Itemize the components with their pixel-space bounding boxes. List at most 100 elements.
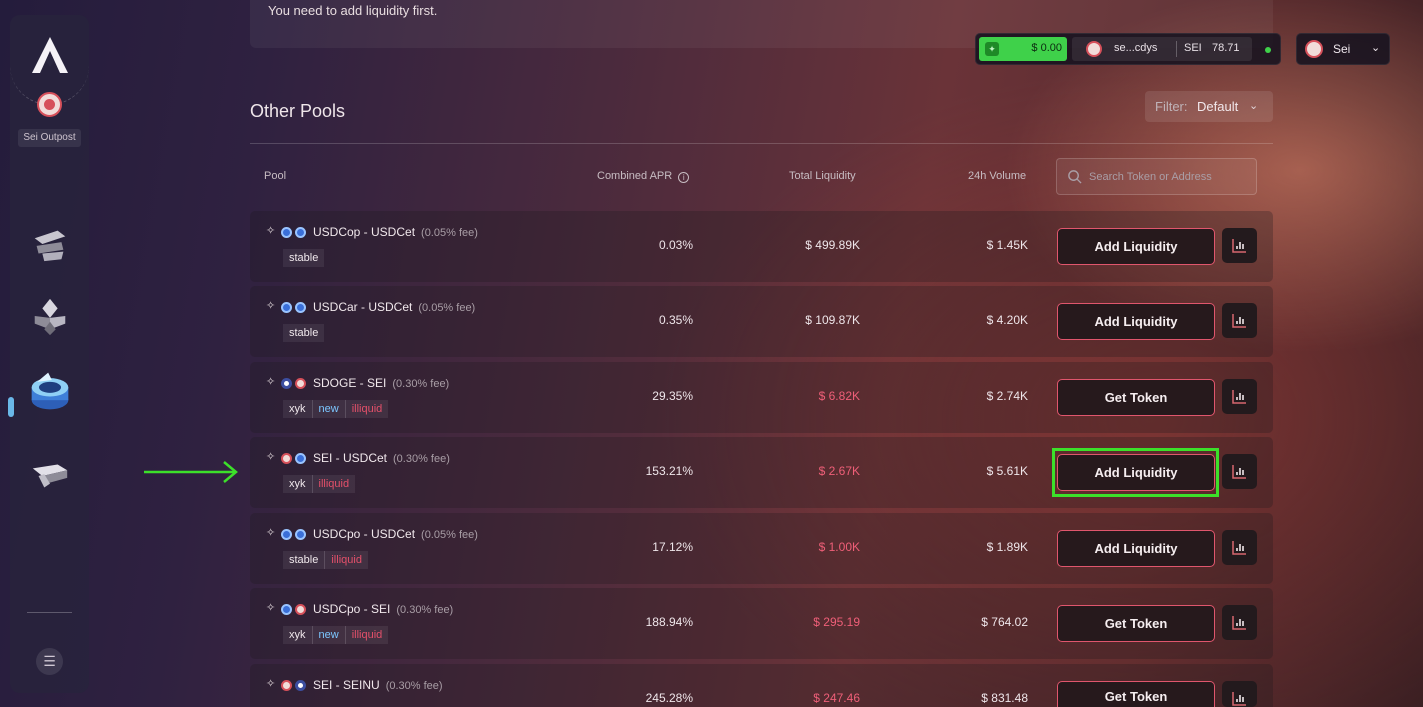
account-token-amount: 78.71 — [1212, 42, 1240, 54]
pointer-arrow-icon — [144, 461, 238, 483]
table-row[interactable]: ✧ USDCpo - USDCet (0.05% fee) stable illi… — [250, 513, 1273, 584]
usdc-token-icon — [295, 302, 306, 313]
table-row[interactable]: ✧ USDCpo - SEI (0.30% fee) xyk new illiqu… — [250, 588, 1273, 659]
pool-liquidity: $ 247.46 — [813, 691, 860, 705]
usdc-token-icon — [281, 302, 292, 313]
table-row[interactable]: ✧ SEI - SEINU (0.30% fee) 245.28% $ 247.4… — [250, 664, 1273, 707]
favorite-icon[interactable]: ✧ — [266, 299, 275, 312]
sidebar-divider — [27, 612, 72, 613]
pool-liquidity: $ 109.87K — [805, 313, 860, 327]
table-row[interactable]: ✧ USDCop - USDCet (0.05% fee) stable 0.03… — [250, 211, 1273, 282]
pool-name: SEI - SEINU (0.30% fee) — [313, 678, 443, 692]
pool-liquidity: $ 295.19 — [813, 615, 860, 629]
filter-label: Filter: — [1155, 99, 1188, 114]
pool-apr: 17.12% — [652, 540, 693, 554]
tag-stable: stable — [283, 551, 326, 569]
get-token-button[interactable]: Get Token — [1057, 379, 1215, 416]
pool-tags: xyk new illiquid — [283, 626, 389, 644]
search-input[interactable] — [1089, 167, 1249, 187]
sei-chain-icon[interactable] — [37, 92, 62, 117]
bar-chart-icon — [1232, 314, 1246, 328]
chart-button[interactable] — [1222, 681, 1257, 707]
account-address: se...cdys — [1114, 42, 1158, 54]
usdc-token-icon — [281, 604, 292, 615]
nav-swap-icon[interactable] — [29, 223, 71, 265]
favorite-icon[interactable]: ✧ — [266, 526, 275, 539]
usdc-token-icon — [295, 453, 306, 464]
tag-xyk: xyk — [283, 475, 313, 493]
bar-chart-icon — [1232, 541, 1246, 555]
pool-apr: 245.28% — [645, 691, 693, 705]
chain-select[interactable]: Sei ⌄ — [1296, 33, 1390, 65]
chevron-down-icon: ⌄ — [1371, 42, 1381, 54]
info-icon[interactable]: i — [678, 172, 690, 183]
tag-illiquid: illiquid — [345, 400, 389, 418]
wallet-balance[interactable]: ✦ $ 0.00 — [979, 37, 1067, 61]
pool-apr: 188.94% — [645, 615, 693, 629]
favorite-icon[interactable]: ✧ — [266, 450, 275, 463]
chart-button[interactable] — [1222, 530, 1257, 565]
pool-tags: stable illiquid — [283, 551, 368, 569]
favorite-icon[interactable]: ✧ — [266, 677, 275, 690]
pool-tags: xyk illiquid — [283, 475, 356, 493]
nav-trade-icon[interactable] — [29, 295, 71, 337]
get-token-button[interactable]: Get Token — [1057, 681, 1215, 707]
chart-button[interactable] — [1222, 379, 1257, 414]
menu-icon[interactable]: ☰ — [36, 648, 63, 675]
pool-apr: 0.03% — [658, 238, 693, 252]
get-token-button[interactable]: Get Token — [1057, 605, 1215, 642]
wallet-account[interactable]: se...cdys SEI 78.71 — [1072, 37, 1252, 61]
nav-active-indicator — [8, 397, 14, 417]
chart-button[interactable] — [1222, 454, 1257, 489]
add-liquidity-button[interactable]: Add Liquidity — [1057, 303, 1215, 340]
app-logo-icon[interactable] — [28, 35, 72, 75]
tag-illiquid: illiquid — [345, 626, 389, 644]
pool-volume: $ 1.89K — [986, 540, 1028, 554]
chart-button[interactable] — [1222, 605, 1257, 640]
add-liquidity-button[interactable]: Add Liquidity — [1057, 530, 1215, 567]
favorite-icon[interactable]: ✧ — [266, 601, 275, 614]
tag-xyk: xyk — [283, 400, 313, 418]
pool-volume: $ 5.61K — [986, 464, 1028, 478]
pool-name: USDCpo - USDCet (0.05% fee) — [313, 527, 478, 541]
pool-name: USDCop - USDCet (0.05% fee) — [313, 225, 478, 239]
pool-volume: $ 764.02 — [981, 615, 1028, 629]
column-header-pool: Pool — [264, 170, 287, 182]
column-header-apr[interactable]: Combined APR i — [597, 170, 690, 183]
wallet-widget[interactable]: ✦ $ 0.00 se...cdys SEI 78.71 — [975, 33, 1281, 65]
sidebar: Sei Outpost ☰ — [8, 15, 89, 693]
sdoge-token-icon — [281, 378, 292, 389]
pool-liquidity: $ 6.82K — [818, 389, 860, 403]
bar-chart-icon — [1232, 692, 1246, 706]
column-header-liquidity: Total Liquidity — [789, 170, 856, 182]
filter-dropdown[interactable]: Filter: Default ⌄ — [1145, 91, 1273, 122]
usdc-token-icon — [281, 529, 292, 540]
favorite-icon[interactable]: ✧ — [266, 375, 275, 388]
nav-pools-icon[interactable] — [26, 367, 74, 415]
add-liquidity-button[interactable]: Add Liquidity — [1057, 454, 1215, 491]
sei-token-icon — [295, 378, 306, 389]
search-box[interactable] — [1056, 158, 1257, 195]
header-divider — [250, 143, 1273, 144]
chart-button[interactable] — [1222, 303, 1257, 338]
usdc-token-icon — [295, 227, 306, 238]
bar-chart-icon — [1232, 616, 1246, 630]
table-row[interactable]: ✧ SEI - USDCet (0.30% fee) xyk illiquid 1… — [250, 437, 1273, 508]
table-row[interactable]: ✧ USDCar - USDCet (0.05% fee) stable 0.35… — [250, 286, 1273, 357]
chevron-down-icon: ⌄ — [1249, 100, 1259, 112]
tag-illiquid: illiquid — [312, 475, 356, 493]
pool-apr: 29.35% — [652, 389, 693, 403]
favorite-icon[interactable]: ✧ — [266, 224, 275, 237]
bar-chart-icon — [1232, 390, 1246, 404]
table-row[interactable]: ✧ SDOGE - SEI (0.30% fee) xyk new illiqui… — [250, 362, 1273, 433]
tag-xyk: xyk — [283, 626, 313, 644]
usdc-token-icon — [295, 529, 306, 540]
chart-button[interactable] — [1222, 228, 1257, 263]
add-liquidity-button[interactable]: Add Liquidity — [1057, 228, 1215, 265]
pool-volume: $ 831.48 — [981, 691, 1028, 705]
nav-bridge-icon[interactable] — [29, 455, 71, 497]
pool-volume: $ 2.74K — [986, 389, 1028, 403]
pool-name: SEI - USDCet (0.30% fee) — [313, 451, 450, 465]
connected-status-dot — [1265, 47, 1271, 53]
chain-select-label: Sei — [1333, 42, 1351, 56]
